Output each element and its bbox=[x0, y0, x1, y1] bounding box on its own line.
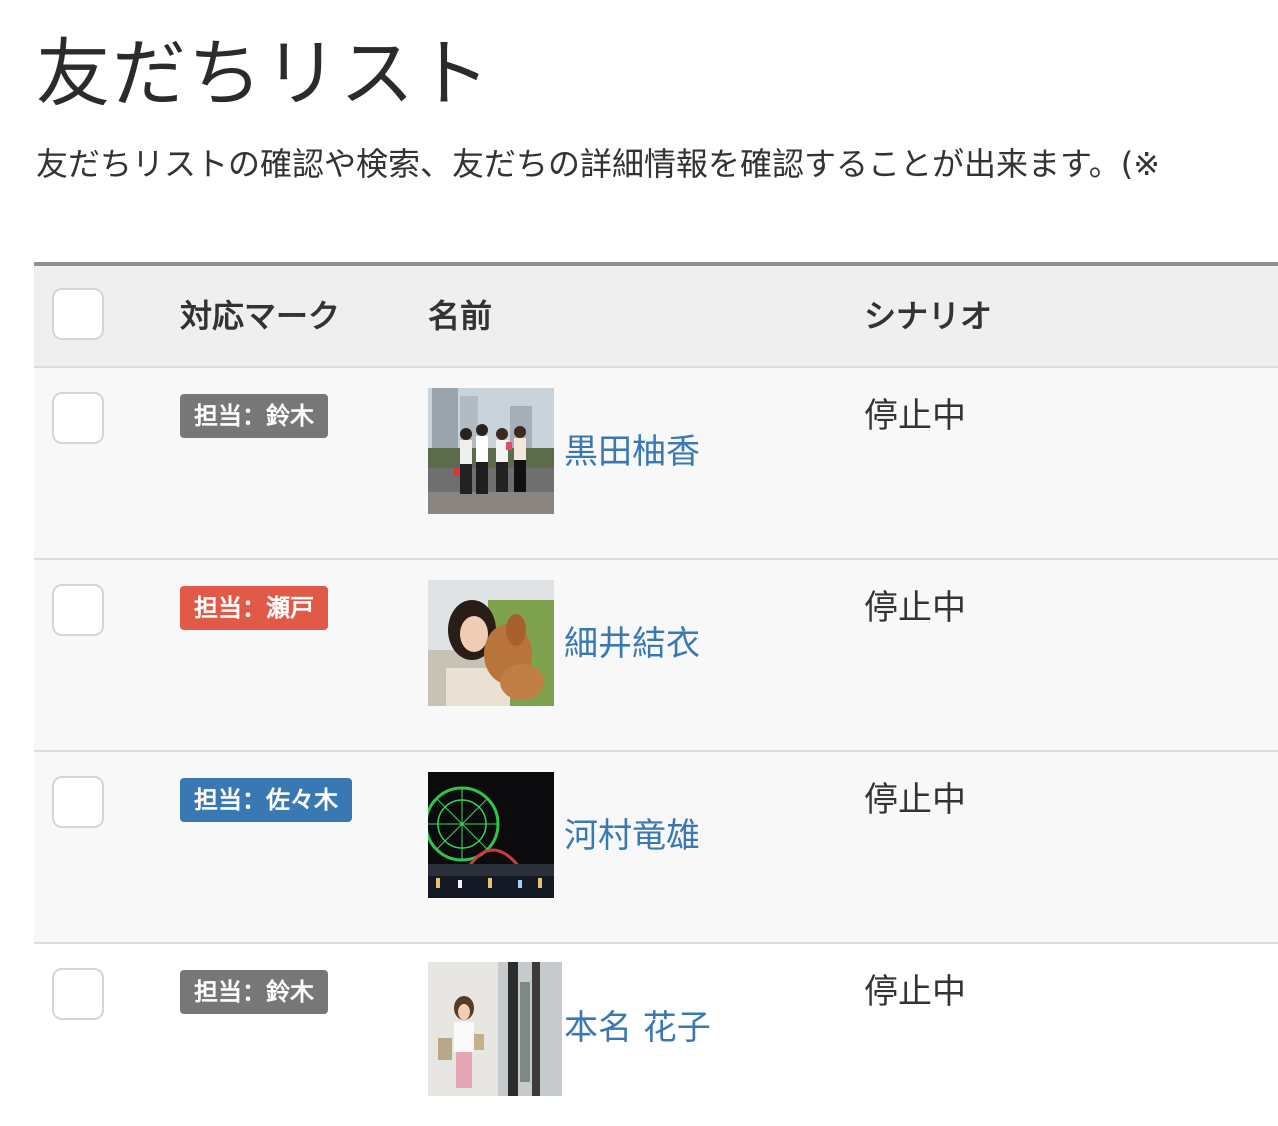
friend-name-link[interactable]: 河村竜雄 bbox=[564, 814, 700, 858]
avatar[interactable] bbox=[428, 962, 562, 1096]
table-row: 担当：瀬戸 細井結衣 停止中 bbox=[34, 560, 1278, 752]
row-checkbox[interactable] bbox=[52, 392, 104, 444]
select-all-checkbox[interactable] bbox=[52, 288, 104, 340]
status-badge: 担当：鈴木 bbox=[180, 394, 328, 438]
status-badge: 担当：鈴木 bbox=[180, 970, 328, 1014]
row-checkbox[interactable] bbox=[52, 968, 104, 1020]
status-badge: 担当：佐々木 bbox=[180, 778, 352, 822]
scenario-status: 停止中 bbox=[864, 972, 966, 1012]
avatar[interactable] bbox=[428, 772, 554, 898]
row-checkbox[interactable] bbox=[52, 584, 104, 636]
row-checkbox[interactable] bbox=[52, 776, 104, 828]
friend-name-link[interactable]: 黒田柚香 bbox=[564, 430, 700, 474]
table-row: 担当：鈴木 黒田柚香 停止中 bbox=[34, 368, 1278, 560]
table-header: 対応マーク 名前 シナリオ bbox=[34, 262, 1278, 368]
table-row: 担当：鈴木 本名 花子 停止中 bbox=[34, 944, 1278, 1126]
column-header-scenario[interactable]: シナリオ bbox=[864, 296, 992, 336]
avatar[interactable] bbox=[428, 580, 554, 706]
friend-name-link[interactable]: 本名 花子 bbox=[564, 1006, 711, 1050]
friend-name-link[interactable]: 細井結衣 bbox=[564, 622, 700, 666]
page-title: 友だちリスト bbox=[36, 31, 492, 117]
scenario-status: 停止中 bbox=[864, 588, 966, 628]
table-row: 担当：佐々木 河村竜雄 停止中 bbox=[34, 752, 1278, 944]
scenario-status: 停止中 bbox=[864, 396, 966, 436]
friend-table: 対応マーク 名前 シナリオ 担当：鈴木 黒田柚香 停止中 担当：瀬戸 細井結衣 … bbox=[34, 262, 1278, 1126]
column-header-mark[interactable]: 対応マーク bbox=[180, 296, 340, 336]
column-header-name[interactable]: 名前 bbox=[428, 296, 492, 336]
avatar[interactable] bbox=[428, 388, 554, 514]
scenario-status: 停止中 bbox=[864, 780, 966, 820]
friend-list-page: 友だちリスト 友だちリストの確認や検索、友だちの詳細情報を確認することが出来ます… bbox=[0, 0, 1278, 1126]
page-description: 友だちリストの確認や検索、友だちの詳細情報を確認することが出来ます。(※ bbox=[36, 145, 1161, 183]
status-badge: 担当：瀬戸 bbox=[180, 586, 328, 630]
